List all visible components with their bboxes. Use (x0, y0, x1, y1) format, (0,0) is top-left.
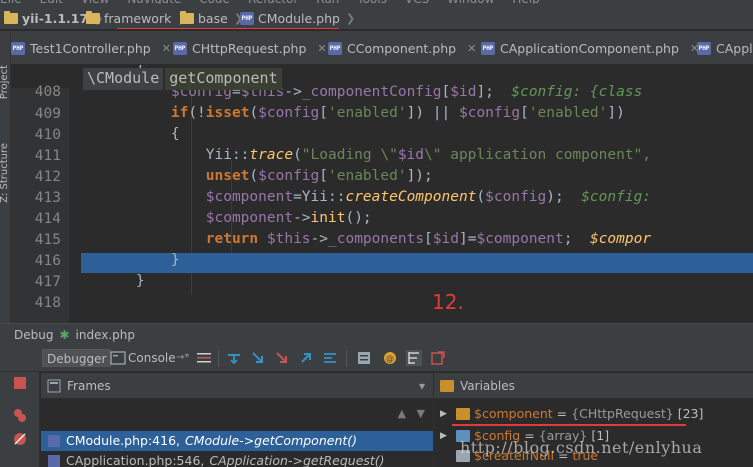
evaluate-expression-icon[interactable] (356, 350, 372, 366)
code-breadcrumb: \CModule getComponent (83, 68, 282, 90)
view-breakpoints-icon[interactable] (12, 407, 28, 423)
frames-header: Frames ▾ (41, 373, 433, 399)
line-number-gutter: 408 409 410 411 412 413 414 415 416 417 … (11, 84, 69, 323)
line-number: 410 (34, 127, 61, 143)
close-icon[interactable]: ✕ (317, 42, 326, 55)
folder-icon (180, 10, 194, 24)
frames-nav-icons[interactable]: ▲ ▼ (398, 407, 425, 420)
mute-breakpoints-icon[interactable] (12, 431, 28, 447)
watermark: http://blog.csdn.net/enlyhua (460, 438, 703, 457)
bug-icon: ✱ (59, 327, 70, 342)
annotation-label: 12. (432, 290, 464, 314)
breadcrumb-method[interactable]: getComponent (165, 68, 282, 90)
stop-icon[interactable] (12, 375, 28, 391)
frame-item[interactable]: CApplication.php:546, CApplication->getR… (41, 451, 433, 467)
console-pin-icon[interactable]: →* (172, 349, 193, 367)
annotation-underline (117, 28, 339, 29)
php-file-icon: PHP (11, 41, 25, 55)
tab-ccomponent[interactable]: PHP CComponent.php ✕ (328, 38, 476, 58)
variables-icon (440, 379, 454, 392)
step-into-icon[interactable] (250, 350, 266, 366)
watch-icon[interactable]: @ (382, 350, 398, 366)
navigation-bar: EileEditViewNavigateCodeRefactorRunTools… (0, 0, 753, 30)
menu-bar-remnant: EileEditViewNavigateCodeRefactorRunTools… (0, 0, 753, 4)
current-line-highlight (81, 253, 753, 273)
breadcrumb-base[interactable]: base ❯ (180, 9, 243, 27)
frames-icon (47, 379, 61, 392)
close-icon[interactable]: ✕ (162, 42, 171, 55)
variable-row[interactable]: ▶ $component = {CHttpRequest} [23] (434, 404, 753, 424)
chevron-right-icon: ❯ (345, 11, 356, 25)
code-line: if(!isset($config['enabled']) || $config… (170, 105, 625, 121)
line-number: 412 (34, 169, 61, 185)
code-line: unset($config['enabled']); (205, 168, 433, 184)
line-number: 408 (34, 84, 61, 100)
breadcrumb-framework[interactable]: framework ❯ (86, 9, 187, 27)
close-icon[interactable]: ✕ (467, 42, 476, 55)
tab-capplication[interactable]: PHP CAppli (697, 38, 753, 58)
stack-frame-icon (48, 455, 60, 467)
editor-tabs: PHP Test1Controller.php ✕ PHP CHttpReque… (11, 31, 753, 65)
show-execution-point-icon[interactable] (196, 350, 212, 366)
line-number: 417 (34, 274, 61, 290)
php-file-icon: PHP (328, 41, 342, 55)
breadcrumb-file[interactable]: PHP CModule.php ❯ (240, 9, 355, 27)
frame-item[interactable]: CModule.php:416, CModule->getComponent() (41, 431, 433, 451)
code-line: } (101, 273, 145, 289)
debug-toolbar: Debugger Console →* @ (0, 345, 753, 372)
php-file-icon: PHP (173, 41, 187, 55)
toolbar-separator (218, 350, 219, 367)
php-file-icon: PHP (240, 11, 254, 25)
line-number: 415 (34, 232, 61, 248)
structure-tool-tab[interactable]: Z: Structure (0, 143, 10, 203)
svg-text:@: @ (386, 354, 394, 363)
line-number: 413 (34, 190, 61, 206)
frames-menu-icon[interactable]: ▾ (419, 379, 425, 393)
line-number: 414 (34, 211, 61, 227)
debug-config-name[interactable]: index.php (76, 328, 135, 342)
debug-label: Debug (14, 327, 54, 342)
annotation-underline (452, 424, 686, 426)
line-number: 411 (34, 148, 61, 164)
tab-debugger[interactable]: Debugger (42, 349, 112, 367)
php-file-icon: PHP (697, 41, 711, 55)
code-line: $component->init(); (205, 210, 372, 226)
line-number: 409 (34, 106, 61, 122)
code-line: return $this->_components[$id]=$componen… (205, 231, 652, 247)
step-over-icon[interactable] (226, 350, 242, 366)
variables-header: Variables (434, 373, 753, 399)
expand-icon[interactable]: ▶ (440, 426, 452, 446)
code-editor[interactable]: 408 409 410 411 412 413 414 415 416 417 … (11, 65, 753, 323)
code-line: $component=Yii::createComponent($config)… (205, 189, 652, 205)
settings-toggle-icon[interactable] (406, 350, 422, 366)
php-file-icon: PHP (481, 41, 495, 55)
code-line: { (101, 126, 180, 142)
tab-chttprequest[interactable]: PHP CHttpRequest.php ✕ (173, 38, 327, 58)
debug-tool-window-header: Debug ✱ index.php (0, 323, 753, 345)
force-step-into-icon[interactable] (274, 350, 290, 366)
tab-capplicationcomponent[interactable]: PHP CApplicationComponent.php ✕ (481, 38, 699, 58)
frames-panel: Frames ▾ ▲ ▼ CModule.php:416, CModule->g… (41, 373, 433, 467)
code-line: Yii::trace("Loading \"$id\" application … (101, 147, 652, 163)
run-to-cursor-icon[interactable] (322, 350, 338, 366)
folder-icon (4, 10, 18, 24)
step-out-icon[interactable] (298, 350, 314, 366)
code-line: } (101, 252, 180, 268)
expand-icon[interactable]: ▶ (440, 404, 452, 424)
folder-icon (86, 10, 100, 24)
line-number: 418 (34, 295, 61, 311)
tool-window-strip: Project Z: Structure (0, 31, 11, 323)
breadcrumb-class[interactable]: \CModule (83, 68, 164, 90)
line-number: 416 (34, 253, 61, 269)
toolbar-separator (346, 350, 347, 367)
breakpoint-settings-icon[interactable] (430, 350, 446, 366)
tab-test1controller[interactable]: PHP Test1Controller.php ✕ (11, 38, 171, 58)
project-tool-tab[interactable]: Project (0, 65, 10, 99)
stack-frame-icon (48, 435, 60, 447)
field-icon (456, 408, 470, 420)
